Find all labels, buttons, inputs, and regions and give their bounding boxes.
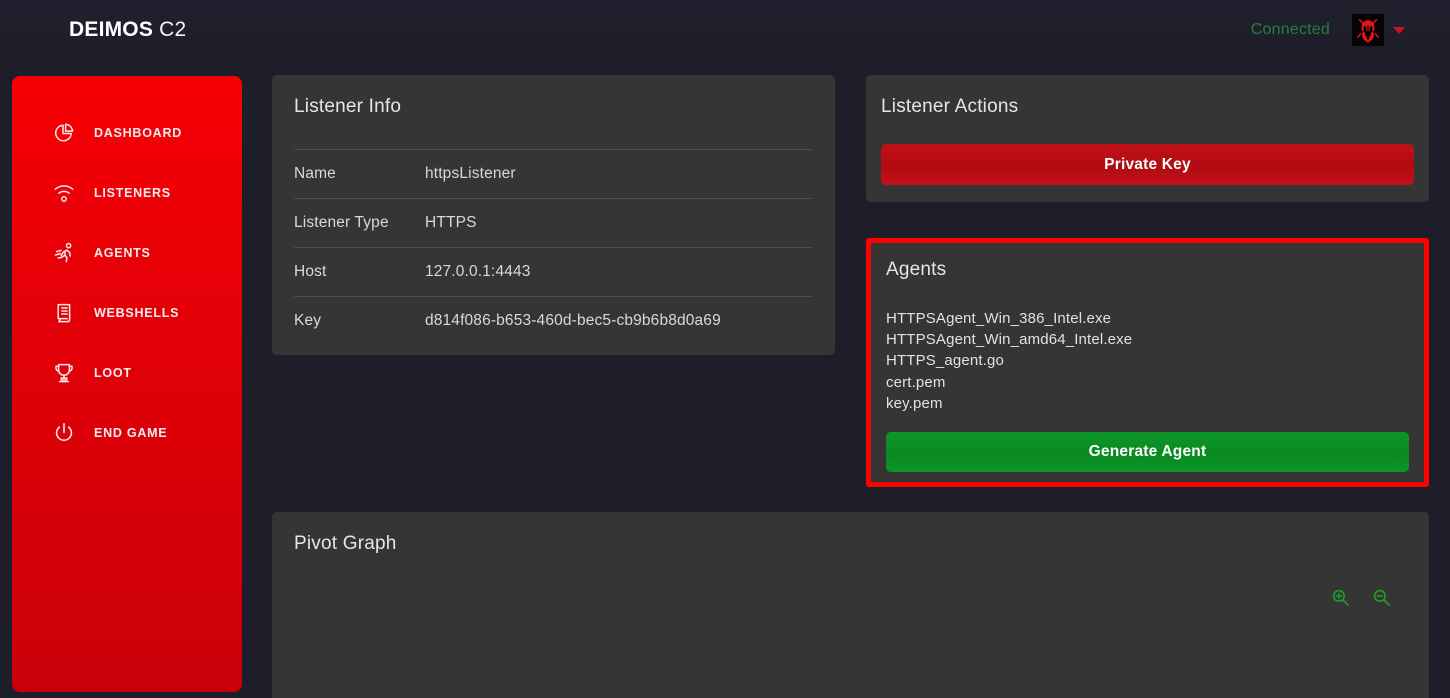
panel-title: Listener Actions bbox=[881, 96, 1019, 117]
sidebar-item-end-game[interactable]: END GAME bbox=[12, 403, 242, 463]
sidebar-item-label: LOOT bbox=[94, 366, 132, 380]
row-key: Name bbox=[294, 149, 425, 199]
table-row: Host 127.0.0.1:4443 bbox=[294, 247, 813, 297]
brand-suffix: C2 bbox=[159, 18, 187, 41]
spartan-helmet-icon[interactable] bbox=[1352, 14, 1384, 46]
trophy-icon bbox=[51, 360, 77, 386]
list-item[interactable]: cert.pem bbox=[886, 372, 1409, 393]
navbar-right-group: Connected bbox=[1251, 14, 1405, 46]
row-value: HTTPS bbox=[425, 198, 813, 248]
scroll-document-icon bbox=[51, 300, 77, 326]
listener-info-panel: Listener Info Name httpsListener Listene… bbox=[272, 75, 835, 355]
list-item[interactable]: HTTPS_agent.go bbox=[886, 350, 1409, 371]
sidebar-item-label: LISTENERS bbox=[94, 186, 171, 200]
pivot-graph-panel: Pivot Graph bbox=[272, 512, 1429, 698]
list-item[interactable]: key.pem bbox=[886, 393, 1409, 414]
row-key: Listener Type bbox=[294, 198, 425, 248]
table-row: Key d814f086-b653-460d-bec5-cb9b6b8d0a69 bbox=[294, 296, 813, 345]
broadcast-signal-icon bbox=[51, 180, 77, 206]
sidebar-item-loot[interactable]: LOOT bbox=[12, 343, 242, 403]
zoom-in-icon[interactable] bbox=[1331, 588, 1350, 607]
sidebar-item-label: WEBSHELLS bbox=[94, 306, 180, 320]
panel-title: Agents bbox=[886, 259, 947, 280]
row-value: 127.0.0.1:4443 bbox=[425, 247, 813, 297]
agents-file-list: HTTPSAgent_Win_386_Intel.exe HTTPSAgent_… bbox=[886, 308, 1409, 414]
sidebar-item-agents[interactable]: AGENTS bbox=[12, 223, 242, 283]
list-item[interactable]: HTTPSAgent_Win_386_Intel.exe bbox=[886, 308, 1409, 329]
sidebar-item-listeners[interactable]: LISTENERS bbox=[12, 163, 242, 223]
panel-title: Pivot Graph bbox=[294, 533, 397, 554]
user-menu[interactable] bbox=[1352, 14, 1405, 46]
sidebar-item-label: END GAME bbox=[94, 426, 168, 440]
sidebar-item-label: DASHBOARD bbox=[94, 126, 182, 140]
sidebar-item-label: AGENTS bbox=[94, 246, 151, 260]
row-value: d814f086-b653-460d-bec5-cb9b6b8d0a69 bbox=[425, 296, 813, 345]
running-person-icon bbox=[51, 240, 77, 266]
sidebar-item-dashboard[interactable]: DASHBOARD bbox=[12, 103, 242, 163]
connection-status-badge: Connected bbox=[1250, 21, 1330, 38]
row-value: httpsListener bbox=[425, 149, 813, 199]
private-key-button[interactable]: Private Key bbox=[881, 144, 1414, 185]
generate-agent-button[interactable]: Generate Agent bbox=[886, 432, 1409, 473]
table-row: Name httpsListener bbox=[294, 149, 813, 199]
agents-panel: Agents HTTPSAgent_Win_386_Intel.exe HTTP… bbox=[866, 238, 1429, 487]
listener-actions-panel: Listener Actions Private Key bbox=[866, 75, 1429, 202]
caret-down-icon[interactable] bbox=[1393, 26, 1405, 34]
app-brand[interactable]: DEIMOS C2 bbox=[69, 18, 186, 42]
row-key: Host bbox=[294, 247, 425, 297]
brand-name: DEIMOS bbox=[69, 18, 154, 41]
listener-info-table: Name httpsListener Listener Type HTTPS H… bbox=[294, 149, 813, 345]
top-navbar: DEIMOS C2 Connected bbox=[0, 0, 1450, 60]
panel-title: Listener Info bbox=[294, 96, 402, 117]
sidebar-item-webshells[interactable]: WEBSHELLS bbox=[12, 283, 242, 343]
list-item[interactable]: HTTPSAgent_Win_amd64_Intel.exe bbox=[886, 329, 1409, 350]
zoom-out-icon[interactable] bbox=[1372, 588, 1391, 607]
table-row: Listener Type HTTPS bbox=[294, 198, 813, 248]
graph-zoom-controls bbox=[1331, 588, 1391, 607]
pie-chart-icon bbox=[51, 120, 77, 146]
main-sidebar: DASHBOARD LISTENERS AGENTS WEBSHELLS LOO… bbox=[12, 76, 242, 692]
row-key: Key bbox=[294, 296, 425, 345]
power-icon bbox=[51, 420, 77, 446]
